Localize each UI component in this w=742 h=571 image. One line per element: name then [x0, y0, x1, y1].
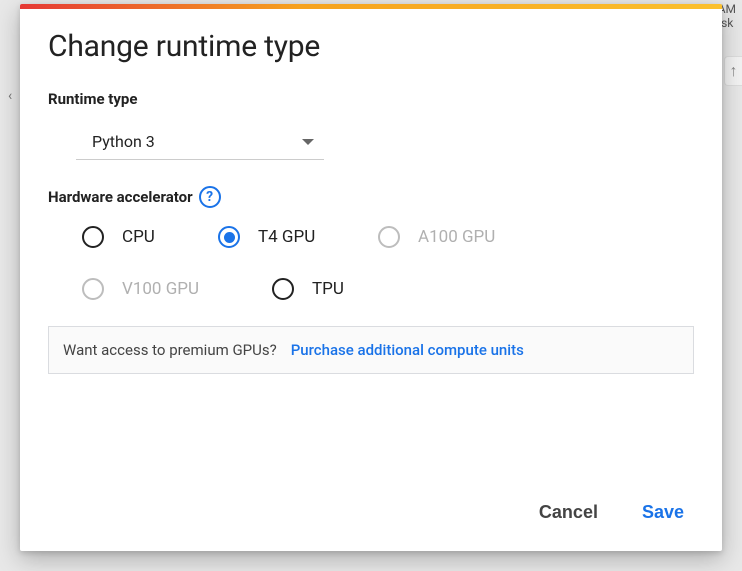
background-left-caret: ‹	[8, 88, 12, 104]
radio-tpu[interactable]: TPU	[272, 278, 422, 300]
runtime-type-selected: Python 3	[92, 132, 155, 151]
radio-v100-gpu: V100 GPU	[82, 278, 272, 300]
radio-icon	[218, 226, 240, 248]
radio-icon	[82, 226, 104, 248]
background-up-arrow: ↑	[724, 56, 742, 86]
radio-label: A100 GPU	[418, 227, 495, 247]
runtime-type-dialog: Change runtime type Runtime type Python …	[20, 4, 722, 551]
promo-text: Want access to premium GPUs?	[63, 341, 277, 359]
radio-label: V100 GPU	[122, 279, 199, 299]
save-button[interactable]: Save	[634, 496, 692, 529]
help-icon[interactable]: ?	[199, 186, 221, 208]
purchase-compute-link[interactable]: Purchase additional compute units	[291, 341, 524, 359]
radio-a100-gpu: A100 GPU	[378, 226, 548, 248]
runtime-type-dropdown[interactable]: Python 3	[76, 122, 324, 160]
cancel-button[interactable]: Cancel	[531, 496, 606, 529]
premium-gpu-promo: Want access to premium GPUs? Purchase ad…	[48, 326, 694, 374]
radio-label: TPU	[312, 279, 344, 299]
radio-icon	[272, 278, 294, 300]
radio-icon	[82, 278, 104, 300]
caret-down-icon	[302, 139, 314, 145]
radio-icon	[378, 226, 400, 248]
hardware-accelerator-label-text: Hardware accelerator	[48, 188, 193, 206]
dialog-body: Change runtime type Runtime type Python …	[20, 9, 722, 480]
runtime-type-label: Runtime type	[48, 90, 694, 108]
accelerator-radio-group: CPU T4 GPU A100 GPU V100 GPU T	[82, 226, 694, 300]
dialog-footer: Cancel Save	[20, 480, 722, 551]
hardware-accelerator-label: Hardware accelerator ?	[48, 186, 694, 208]
radio-label: CPU	[122, 227, 155, 247]
radio-cpu[interactable]: CPU	[82, 226, 218, 248]
dialog-title: Change runtime type	[48, 29, 694, 64]
radio-label: T4 GPU	[258, 227, 315, 247]
radio-t4-gpu[interactable]: T4 GPU	[218, 226, 378, 248]
